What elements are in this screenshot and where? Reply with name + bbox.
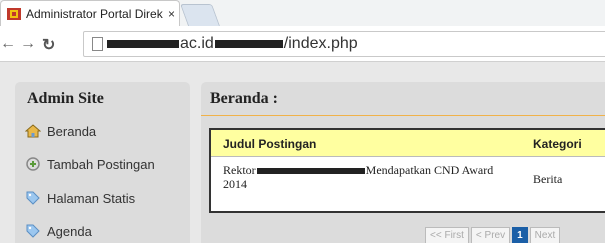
cell-category: Berita (533, 172, 563, 186)
sidebar-item-beranda[interactable]: Beranda (25, 123, 96, 139)
site-favicon-icon (7, 7, 21, 20)
browser-tab-strip: Administrator Portal Direk × (0, 0, 605, 26)
back-arrow-icon[interactable]: ← (0, 35, 16, 53)
page-title: Beranda : (210, 90, 278, 107)
title-text: Rektor (223, 163, 256, 177)
address-bar[interactable]: ac.id/index.php (83, 31, 605, 57)
tab-close-icon[interactable]: × (168, 7, 175, 21)
sidebar-title: Admin Site (27, 90, 104, 107)
url-text: ac.id/index.php (106, 35, 358, 53)
sidebar-item-tambah-postingan[interactable]: Tambah Postingan (25, 156, 155, 172)
redacted-text (214, 39, 283, 48)
cell-post-title-line2: 2014 (223, 177, 247, 191)
url-domain: ac.id (180, 35, 214, 52)
add-icon (25, 156, 41, 172)
sidebar-item-label: Tambah Postingan (47, 156, 155, 172)
redacted-text (107, 39, 179, 48)
url-path: /index.php (283, 35, 358, 52)
tag-icon (25, 223, 41, 239)
sidebar-item-label: Agenda (47, 223, 92, 239)
tag-icon (25, 190, 41, 206)
first-page-button[interactable]: << First (425, 227, 469, 243)
page-1-button[interactable]: 1 (512, 227, 528, 243)
page-icon (92, 37, 103, 51)
table-header: Judul Postingan Kategori (211, 130, 605, 157)
page-content: Admin Site Beranda Tambah Postingan Hala… (0, 62, 605, 243)
new-tab-button[interactable] (179, 4, 221, 26)
posts-table: Judul Postingan Kategori Rektor Mendapatk… (209, 128, 605, 213)
sidebar-item-halaman-statis[interactable]: Halaman Statis (25, 190, 135, 206)
forward-arrow-icon[interactable]: → (20, 35, 36, 53)
title-text: Mendapatkan CND Award (365, 163, 494, 177)
cell-post-title[interactable]: Rektor Mendapatkan CND Award (223, 163, 493, 178)
sidebar-item-label: Beranda (47, 123, 97, 139)
redacted-text (256, 168, 365, 175)
column-header-category: Kategori (533, 137, 582, 151)
column-header-title: Judul Postingan (223, 137, 317, 151)
sidebar-item-label: Halaman Statis (47, 190, 136, 206)
browser-tab[interactable]: Administrator Portal Direk × (0, 0, 180, 26)
home-icon (25, 123, 41, 139)
tab-title: Administrator Portal Direk (26, 6, 163, 21)
reload-icon[interactable]: ↻ (42, 35, 55, 55)
prev-page-button[interactable]: < Prev (470, 227, 511, 243)
browser-toolbar: ← → ↻ ac.id/index.php (0, 26, 605, 62)
next-page-button[interactable]: Next (529, 227, 561, 243)
title-divider (201, 115, 605, 116)
sidebar-item-agenda[interactable]: Agenda (25, 223, 92, 239)
pagination: << First < Prev 1 Next (425, 227, 562, 243)
sidebar: Admin Site Beranda Tambah Postingan Hala… (15, 82, 190, 243)
main-panel: Beranda : Judul Postingan Kategori Rekto… (201, 82, 605, 243)
